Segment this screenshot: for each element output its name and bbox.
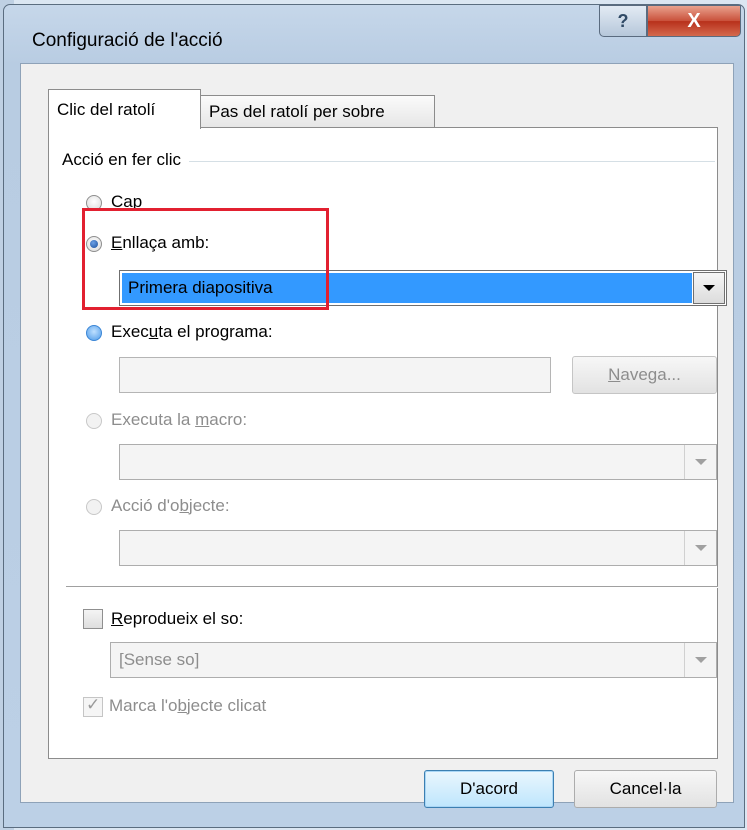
dialog-body: Clic del ratolí Pas del ratolí per sobre… [20, 63, 734, 808]
ok-button[interactable]: D'acord [424, 770, 554, 808]
chevron-down-icon[interactable] [684, 531, 716, 565]
help-icon: ? [617, 10, 629, 31]
cancel-button[interactable]: Cancel·la [574, 770, 717, 808]
browse-button[interactable]: Navega... [572, 356, 717, 394]
sound-value: [Sense so] [119, 650, 200, 669]
play-sound-checkbox[interactable] [83, 609, 103, 629]
highlight-click-checkbox[interactable] [83, 695, 103, 717]
program-path-field[interactable] [119, 357, 551, 393]
radio-object-action-label: Acció d'objecte: [111, 496, 230, 515]
chevron-down-icon[interactable] [693, 272, 725, 304]
radio-run-macro[interactable] [86, 413, 102, 429]
chevron-down-icon[interactable] [684, 445, 716, 479]
action-settings-dialog: Configuració de l'acció ? X Clic del rat… [3, 4, 745, 828]
title-bar: Configuració de l'acció ? X [4, 5, 744, 67]
radio-object-action[interactable] [86, 499, 102, 515]
dialog-title: Configuració de l'acció [32, 30, 223, 51]
radio-run-macro-label: Executa la macro: [111, 410, 248, 429]
macro-dropdown[interactable] [119, 444, 717, 480]
tab-mouse-over[interactable]: Pas del ratolí per sobre [200, 95, 435, 127]
help-button[interactable]: ? [599, 5, 647, 37]
close-button[interactable]: X [647, 5, 741, 37]
close-icon: X [687, 9, 701, 32]
radio-run-program-label: Executa el programa: [111, 322, 273, 341]
radio-run-program[interactable] [86, 325, 102, 341]
highlight-annotation-box [82, 208, 329, 310]
separator [66, 586, 718, 588]
chevron-down-icon[interactable] [684, 643, 716, 677]
group-label: Acció en fer clic [62, 150, 190, 170]
sound-dropdown[interactable]: [Sense so] [110, 642, 717, 678]
play-sound-label: Reprodueix el so: [111, 609, 244, 628]
highlight-click-label: Marca l'objecte clicat [109, 696, 267, 715]
object-action-dropdown[interactable] [119, 530, 717, 566]
tab-mouse-click[interactable]: Clic del ratolí [48, 89, 201, 129]
